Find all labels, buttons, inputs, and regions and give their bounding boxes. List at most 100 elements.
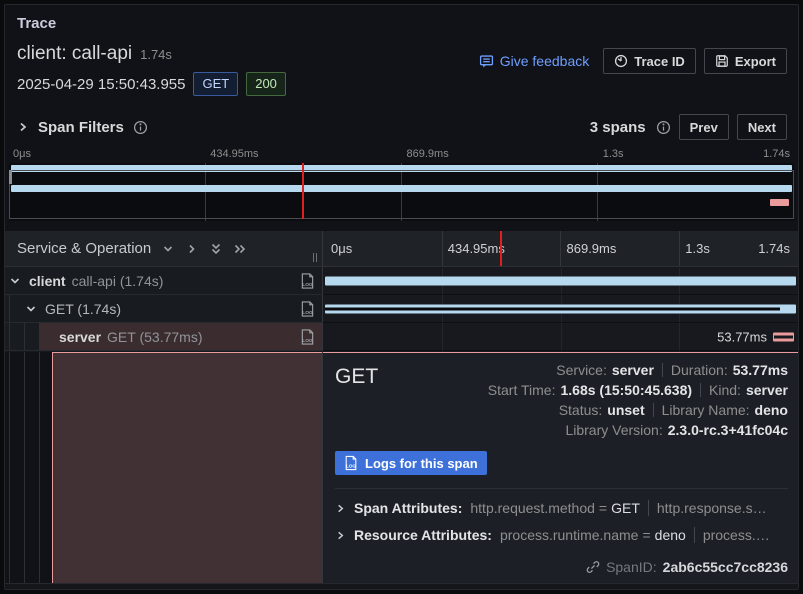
- trace-header-left: client: call-api 1.74s 2025-04-29 15:50:…: [17, 43, 286, 96]
- prev-span-button[interactable]: Prev: [679, 114, 729, 140]
- timeline-tick: 1.74s: [758, 241, 790, 256]
- chevron-down-icon[interactable]: [161, 242, 175, 256]
- span-name-cell: client call-api (1.74s) LOG: [5, 267, 323, 295]
- svg-text:LOG: LOG: [346, 464, 356, 469]
- span-row-client-call-api[interactable]: client call-api (1.74s) LOG: [5, 267, 798, 295]
- attribute-key: process.runtime.name: [500, 527, 639, 543]
- span-row-server-get[interactable]: server GET (53.77ms) LOG 53.77ms: [5, 323, 798, 351]
- divider: [700, 383, 701, 397]
- indent-guide: [9, 352, 10, 583]
- trace-id-label: Trace ID: [634, 54, 685, 69]
- timeline-cursor-line: [500, 231, 502, 266]
- attribute-value: deno: [655, 527, 686, 543]
- span-filters-title: Span Filters: [38, 119, 124, 136]
- minimap-tick: 0μs: [13, 148, 31, 160]
- trace-header-actions: Give feedback Trace ID: [479, 48, 787, 74]
- chevron-right-icon: [17, 121, 29, 133]
- chevron-right-icon: [335, 530, 346, 541]
- logs-for-span-button[interactable]: LOG Logs for this span: [335, 451, 487, 475]
- info-icon[interactable]: [133, 120, 148, 135]
- indent-guide: [9, 295, 10, 322]
- attribute-key: http.response.s…: [657, 500, 767, 516]
- minimap-canvas[interactable]: [9, 163, 794, 221]
- attribute-value: GET: [611, 500, 640, 516]
- span-tree-table: Service & Operation 0: [5, 231, 798, 583]
- span-detail-panel: GET Service:server Duration:53.77ms Star…: [323, 352, 798, 583]
- chevron-right-icon[interactable]: [185, 242, 199, 256]
- span-logs-icon[interactable]: LOG: [300, 300, 315, 318]
- export-button[interactable]: Export: [704, 48, 787, 74]
- span-bar[interactable]: [325, 276, 796, 285]
- minimap-tick: 434.95ms: [210, 148, 258, 160]
- span-bar[interactable]: [773, 332, 794, 341]
- info-icon[interactable]: [656, 120, 671, 135]
- collapse-chevron-icon[interactable]: [9, 275, 21, 287]
- indent-guide: [39, 352, 40, 583]
- attribute-key: http.request.method: [470, 500, 595, 516]
- clock-icon: [614, 54, 628, 68]
- meta-value: unset: [607, 402, 644, 418]
- trace-name: client: call-api: [17, 43, 132, 65]
- span-detail-meta: Service:server Duration:53.77ms Start Ti…: [488, 362, 788, 438]
- meta-value: server: [746, 382, 788, 398]
- trace-minimap: 0μs 434.95ms 869.9ms 1.3s 1.74s: [9, 147, 794, 221]
- next-span-button[interactable]: Next: [737, 114, 787, 140]
- span-detail-row: GET Service:server Duration:53.77ms Star…: [5, 352, 798, 583]
- minimap-tick-labels: 0μs 434.95ms 869.9ms 1.3s 1.74s: [9, 147, 794, 163]
- divider: [694, 527, 695, 543]
- table-header: Service & Operation 0: [5, 231, 798, 267]
- double-chevron-right-icon[interactable]: [233, 242, 247, 256]
- resource-attributes-toggle[interactable]: Resource Attributes: process.runtime.nam…: [335, 527, 788, 543]
- double-chevron-down-icon[interactable]: [209, 242, 223, 256]
- critical-path-stripe: [774, 335, 793, 338]
- span-id-label: SpanID:: [606, 559, 657, 575]
- span-navigation: 3 spans Prev Next: [590, 114, 787, 140]
- divider: [335, 488, 788, 489]
- give-feedback-link[interactable]: Give feedback: [479, 53, 590, 69]
- span-timeline-cell: [323, 295, 798, 323]
- panel-title: Trace: [17, 15, 56, 32]
- meta-label: Duration:: [671, 362, 728, 378]
- span-attributes-toggle[interactable]: Span Attributes: http.request.method=GET…: [335, 500, 788, 516]
- trace-view-screen: Trace client: call-api 1.74s 2025-04-29 …: [0, 0, 803, 594]
- timeline-tick: 434.95ms: [448, 241, 505, 256]
- span-row-get[interactable]: GET (1.74s) LOG: [5, 295, 798, 323]
- span-filters-toggle[interactable]: Span Filters: [17, 119, 148, 136]
- comment-icon: [479, 54, 494, 69]
- indent-guide: [24, 352, 25, 583]
- minimap-cursor-line: [302, 163, 304, 219]
- span-detail-left-gutter: [5, 352, 323, 583]
- logs-icon: LOG: [344, 455, 358, 471]
- minimap-drag-handle[interactable]: [9, 170, 12, 184]
- meta-label: Library Name:: [662, 402, 750, 418]
- attribute-equals: =: [638, 527, 654, 543]
- collapse-chevron-icon[interactable]: [25, 303, 37, 315]
- timeline-tick: 0μs: [331, 241, 352, 256]
- resource-attributes-label: Resource Attributes:: [354, 527, 492, 543]
- span-id-footer: SpanID: 2ab6c55cc7cc8236: [586, 559, 788, 575]
- minimap-viewport-box[interactable]: [9, 170, 794, 219]
- service-operation-title: Service & Operation: [17, 240, 151, 257]
- logs-button-label: Logs for this span: [365, 456, 478, 471]
- span-timeline-cell: 53.77ms: [323, 323, 798, 351]
- indent-guide: [24, 323, 25, 350]
- timeline-tick: 1.3s: [685, 241, 710, 256]
- divider: [653, 403, 654, 417]
- minimap-span-bar: [11, 185, 792, 192]
- status-code-badge: 200: [246, 72, 286, 96]
- span-logs-icon[interactable]: LOG: [300, 328, 315, 346]
- timeline-tick: 869.9ms: [567, 241, 617, 256]
- chevron-right-icon: [335, 503, 346, 514]
- span-bar[interactable]: [325, 304, 796, 313]
- attribute-key: process.…: [703, 527, 770, 543]
- span-logs-icon[interactable]: LOG: [300, 272, 315, 290]
- indent-guide: [9, 323, 10, 350]
- horizontal-scrollbar-track[interactable]: [5, 583, 798, 589]
- span-name-cell: server GET (53.77ms) LOG: [5, 323, 323, 351]
- column-splitter-handle[interactable]: [313, 253, 317, 262]
- trace-timestamp: 2025-04-29 15:50:43.955: [17, 76, 185, 93]
- trace-duration: 1.74s: [140, 47, 172, 62]
- trace-id-button[interactable]: Trace ID: [603, 48, 696, 74]
- link-icon[interactable]: [586, 560, 600, 574]
- save-icon: [715, 54, 729, 68]
